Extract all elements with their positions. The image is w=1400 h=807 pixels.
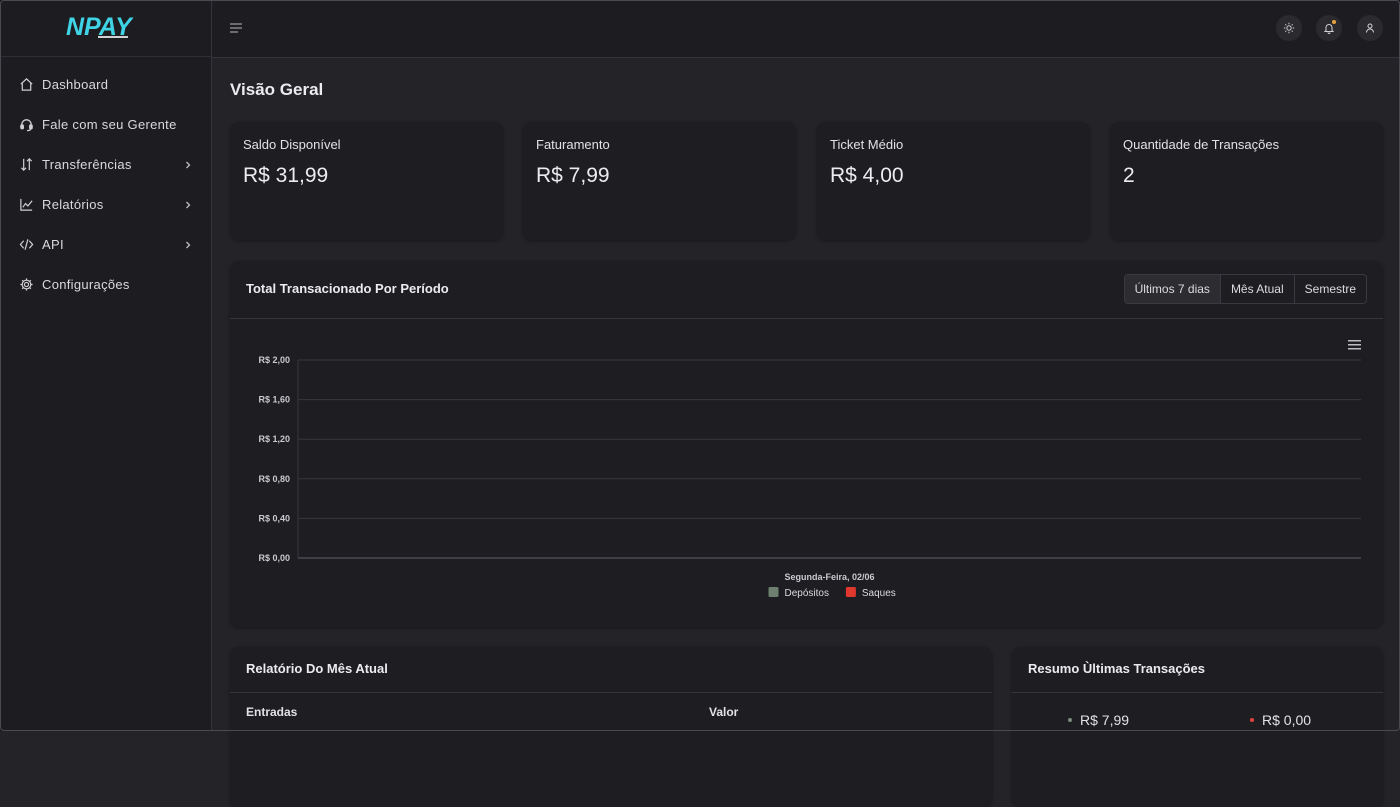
legend-label[interactable]: Saques xyxy=(862,588,896,599)
logo-area[interactable]: NPAY xyxy=(0,0,211,57)
stat-card-balance: Saldo Disponível R$ 31,99 xyxy=(230,122,503,240)
legend-label[interactable]: Depósitos xyxy=(785,588,829,599)
sidebar-item-transfers[interactable]: Transferências xyxy=(0,147,211,182)
stat-card-transactions: Quantidade de Transações 2 xyxy=(1110,122,1383,240)
notification-dot xyxy=(1332,20,1336,24)
sidebar-nav: Dashboard Fale com seu Gerente Transferê… xyxy=(0,57,211,302)
theme-toggle-button[interactable] xyxy=(1276,15,1302,41)
sidebar-item-label: Fale com seu Gerente xyxy=(42,117,177,132)
brand-logo: NPAY xyxy=(66,13,134,41)
summary-divider xyxy=(1012,692,1383,693)
stat-label: Quantidade de Transações xyxy=(1123,137,1280,152)
page-title: Visão Geral xyxy=(230,80,324,99)
headset-icon xyxy=(18,117,34,133)
menu-icon[interactable] xyxy=(229,21,243,35)
chart-menu-icon[interactable] xyxy=(1348,340,1361,350)
legend-swatch[interactable] xyxy=(768,587,779,597)
stat-label: Saldo Disponível xyxy=(243,137,341,152)
sidebar: NPAY Dashboard Fale com seu Gerente Tran… xyxy=(0,0,212,731)
summary-deposits: R$ 7,99 xyxy=(1068,712,1129,728)
stat-value: 2 xyxy=(1123,164,1135,187)
sidebar-item-label: Transferências xyxy=(42,157,132,172)
line-chart-icon xyxy=(18,197,34,213)
stat-label: Faturamento xyxy=(536,137,610,152)
chevron-right-icon xyxy=(186,201,191,208)
notifications-button[interactable] xyxy=(1316,15,1342,41)
user-icon xyxy=(1366,23,1374,33)
summary-card: Resumo Ùltimas Transações R$ 7,99 R$ 0,0… xyxy=(1012,647,1383,807)
report-divider xyxy=(230,692,992,693)
sun-icon xyxy=(1283,22,1295,34)
chevron-right-icon xyxy=(186,161,191,168)
top-bar xyxy=(212,0,1400,58)
period-semester[interactable]: Semestre xyxy=(1295,275,1366,303)
stat-card-revenue: Faturamento R$ 7,99 xyxy=(523,122,796,240)
monthly-report-card: Relatório Do Mês Atual Entradas Valor xyxy=(230,647,992,807)
stat-label: Ticket Médio xyxy=(830,137,904,152)
column-header-value: Valor xyxy=(709,705,739,719)
period-selector: Últimos 7 dias Mês Atual Semestre xyxy=(1123,274,1367,304)
sidebar-item-api[interactable]: API xyxy=(0,227,211,262)
sidebar-item-manager[interactable]: Fale com seu Gerente xyxy=(0,107,211,142)
chart-header: Total Transacionado Por Período Últimos … xyxy=(230,261,1383,319)
chart-title: Total Transacionado Por Período xyxy=(246,281,449,296)
period-current-month[interactable]: Mês Atual xyxy=(1221,275,1295,303)
y-tick-label: R$ 0,80 xyxy=(258,474,290,484)
summary-value: R$ 7,99 xyxy=(1080,712,1130,728)
stat-value: R$ 4,00 xyxy=(830,164,904,187)
y-tick-label: R$ 1,60 xyxy=(258,395,290,405)
sidebar-item-dashboard[interactable]: Dashboard xyxy=(0,67,211,102)
transactions-chart: R$ 0,00 R$ 0,40 R$ 0,80 R$ 1,20 R$ 1,60 R$ 2,… xyxy=(258,340,1361,599)
logo-tagline xyxy=(97,36,128,38)
user-menu-button[interactable] xyxy=(1357,15,1383,41)
sidebar-item-settings[interactable]: Configurações xyxy=(0,267,211,302)
chevron-right-icon xyxy=(186,241,191,248)
code-icon xyxy=(18,237,34,253)
home-icon xyxy=(18,77,34,93)
y-tick-label: R$ 0,40 xyxy=(258,513,290,523)
sidebar-item-label: Relatórios xyxy=(42,197,104,212)
main-content: Visão Geral Saldo Disponível R$ 31,99 Fa… xyxy=(212,57,1400,807)
x-category-label: Segunda-Feira, 02/06 xyxy=(784,572,874,582)
y-tick-label: R$ 0,00 xyxy=(258,553,290,563)
stat-value: R$ 7,99 xyxy=(536,164,610,187)
sidebar-item-label: API xyxy=(42,237,64,252)
transfer-arrows-icon xyxy=(18,157,34,173)
summary-value: R$ 0,00 xyxy=(1262,712,1312,728)
summary-dot-withdrawals xyxy=(1250,718,1254,722)
report-title: Relatório Do Mês Atual xyxy=(246,661,388,676)
summary-title: Resumo Ùltimas Transações xyxy=(1028,661,1206,676)
sidebar-item-label: Configurações xyxy=(42,277,130,292)
sidebar-item-label: Dashboard xyxy=(42,77,109,92)
sidebar-item-reports[interactable]: Relatórios xyxy=(0,187,211,222)
y-tick-label: R$ 1,20 xyxy=(258,434,290,444)
summary-withdrawals: R$ 0,00 xyxy=(1250,712,1311,728)
legend-swatch[interactable] xyxy=(845,587,856,597)
chart-card: Total Transacionado Por Período Últimos … xyxy=(230,261,1383,627)
period-last-7-days[interactable]: Últimos 7 dias xyxy=(1124,275,1221,303)
gear-icon xyxy=(18,277,34,293)
column-header-entries: Entradas xyxy=(246,705,298,719)
summary-dot-deposits xyxy=(1068,718,1072,722)
stat-value: R$ 31,99 xyxy=(243,164,329,187)
stat-card-ticket: Ticket Médio R$ 4,00 xyxy=(817,122,1090,240)
y-tick-label: R$ 2,00 xyxy=(258,355,290,365)
